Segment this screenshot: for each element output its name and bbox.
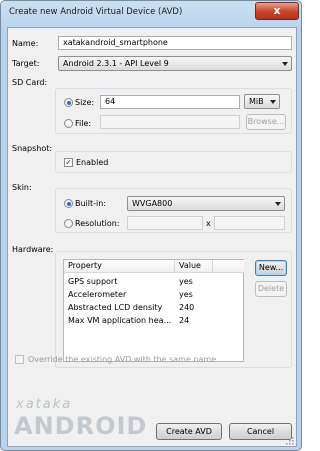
column-header-empty bbox=[213, 260, 244, 273]
column-header-property[interactable]: Property bbox=[64, 260, 175, 273]
table-row-property[interactable]: Accelerometer bbox=[64, 288, 175, 301]
sdcard-size-label: Size: bbox=[75, 98, 95, 107]
new-property-button[interactable]: New... bbox=[255, 260, 287, 276]
watermark-xataka: xataka bbox=[16, 397, 73, 412]
skin-builtin-label: Built-in: bbox=[75, 199, 107, 208]
title-bar[interactable]: Create new Android Virtual Device (AVD) … bbox=[1, 1, 301, 27]
hardware-label: Hardware: bbox=[12, 245, 54, 254]
sdcard-size-radio[interactable] bbox=[64, 98, 73, 107]
hardware-table[interactable]: Property Value GPS support yes Accelerom… bbox=[63, 259, 244, 362]
resolution-width-input[interactable] bbox=[127, 216, 203, 230]
override-checkbox[interactable] bbox=[15, 355, 24, 364]
table-row-property[interactable]: Abstracted LCD density bbox=[64, 301, 175, 314]
create-avd-button[interactable]: Create AVD bbox=[156, 423, 222, 440]
skin-builtin-radio[interactable] bbox=[64, 199, 73, 208]
delete-property-button[interactable]: Delete bbox=[255, 281, 287, 297]
resolution-height-input[interactable] bbox=[214, 216, 285, 230]
snapshot-enabled-checkbox[interactable]: ✓ bbox=[64, 158, 73, 167]
table-row-property[interactable]: Max VM application hea... bbox=[64, 314, 175, 327]
chevron-down-icon bbox=[282, 62, 288, 66]
watermark-android-logo: ANDROID bbox=[14, 412, 148, 440]
table-row-value[interactable]: yes bbox=[175, 288, 213, 301]
column-header-value[interactable]: Value bbox=[175, 260, 213, 273]
cancel-button[interactable]: Cancel bbox=[229, 423, 292, 440]
snapshot-enabled-label: Enabled bbox=[76, 158, 109, 167]
sdcard-label: SD Card: bbox=[12, 78, 48, 87]
table-row-property[interactable]: GPS support bbox=[64, 275, 175, 288]
skin-resolution-radio[interactable] bbox=[64, 219, 73, 228]
skin-resolution-label: Resolution: bbox=[75, 219, 120, 228]
target-select-value: Android 2.3.1 - API Level 9 bbox=[63, 59, 169, 68]
resolution-separator: x bbox=[206, 219, 211, 228]
skin-builtin-value: WVGA800 bbox=[132, 199, 173, 208]
table-row-value[interactable]: yes bbox=[175, 275, 213, 288]
name-input[interactable]: xatakandroid_smartphone bbox=[58, 36, 292, 50]
sdcard-size-input[interactable]: 64 bbox=[100, 95, 240, 109]
sdcard-file-label: File: bbox=[75, 119, 92, 128]
chevron-down-icon bbox=[275, 202, 281, 206]
target-select[interactable]: Android 2.3.1 - API Level 9 bbox=[58, 56, 292, 71]
name-label: Name: bbox=[12, 39, 39, 48]
skin-label: Skin: bbox=[12, 183, 32, 192]
dialog-window: Create new Android Virtual Device (AVD) … bbox=[0, 0, 302, 451]
resize-grip-icon[interactable] bbox=[286, 437, 294, 445]
sdcard-file-input[interactable] bbox=[100, 115, 240, 129]
skin-builtin-select[interactable]: WVGA800 bbox=[127, 196, 285, 211]
window-title: Create new Android Virtual Device (AVD) bbox=[9, 7, 183, 17]
chevron-down-icon bbox=[270, 100, 276, 104]
sdcard-unit-select[interactable]: MiB bbox=[244, 94, 280, 109]
table-row-value[interactable]: 24 bbox=[175, 314, 213, 327]
dialog-client-area: Name: xatakandroid_smartphone Target: An… bbox=[7, 27, 297, 447]
browse-button[interactable]: Browse... bbox=[246, 114, 286, 130]
sdcard-unit-value: MiB bbox=[249, 97, 264, 106]
target-label: Target: bbox=[12, 59, 40, 68]
table-row-value[interactable]: 240 bbox=[175, 301, 213, 314]
override-label: Override the existing AVD with the same … bbox=[28, 355, 217, 364]
sdcard-file-radio[interactable] bbox=[64, 119, 73, 128]
snapshot-label: Snapshot: bbox=[12, 144, 53, 153]
close-button[interactable]: x bbox=[255, 2, 299, 20]
